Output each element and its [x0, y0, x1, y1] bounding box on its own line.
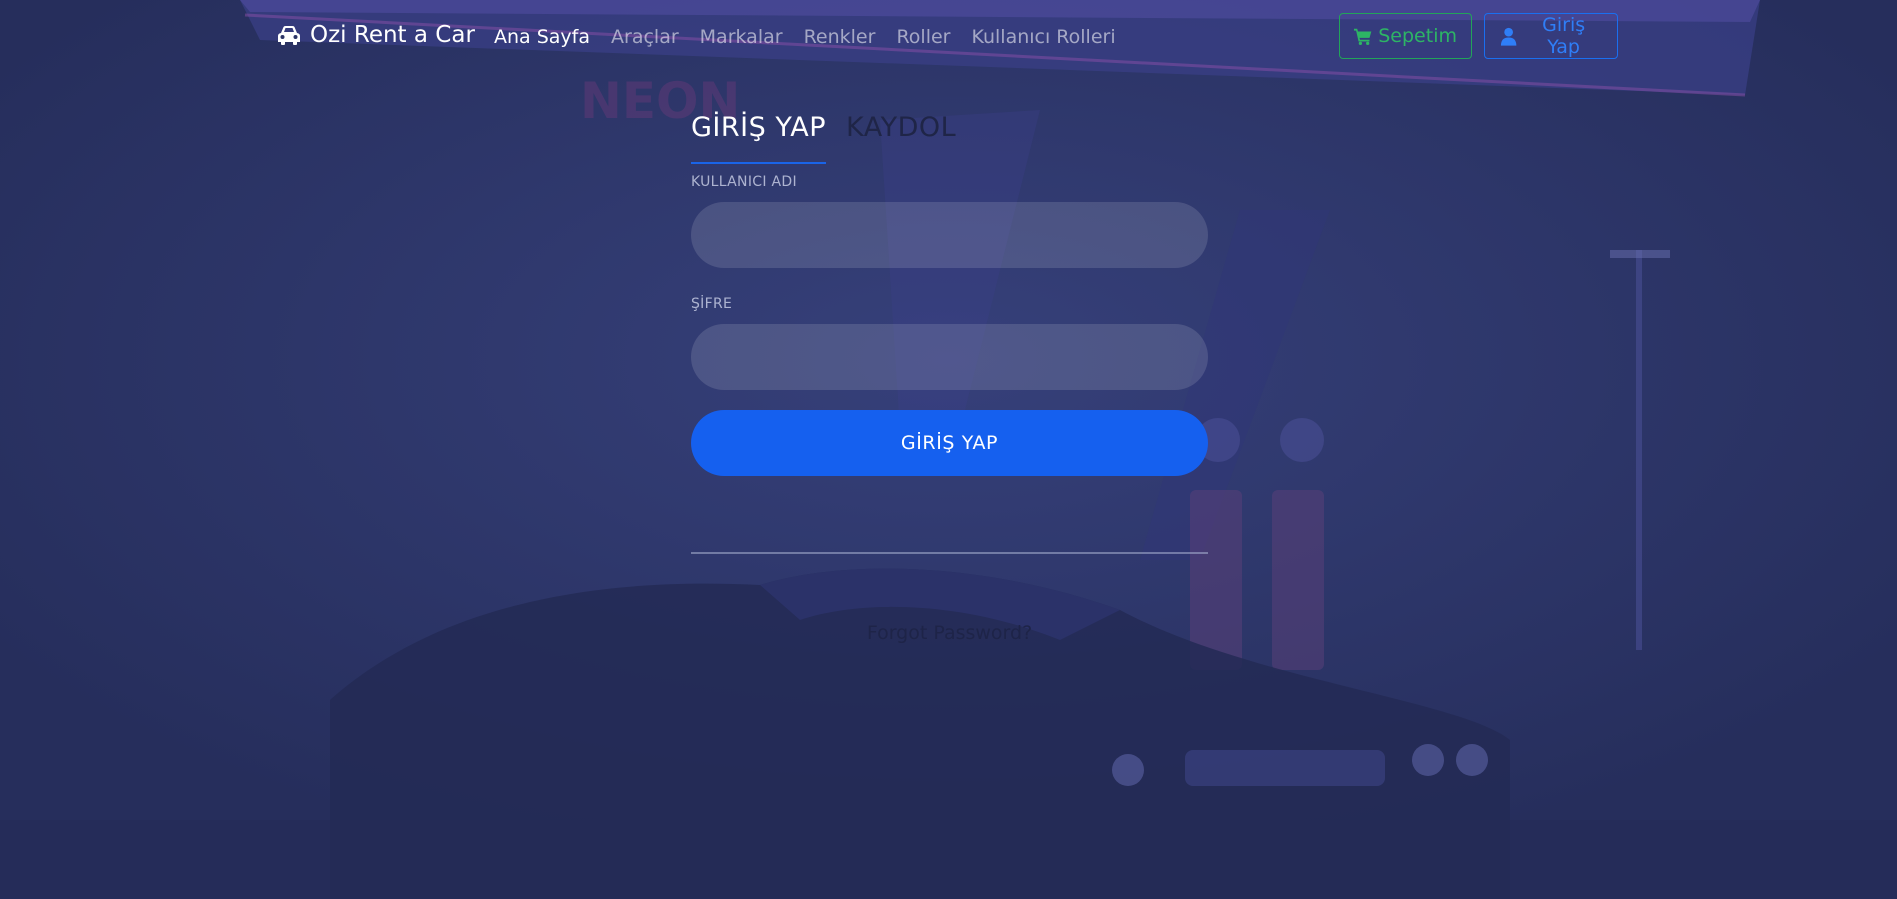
username-input[interactable] [691, 202, 1208, 268]
cart-button[interactable]: Sepetim [1339, 13, 1472, 59]
login-form: GİRİŞ YAP KAYDOL KULLANICI ADI ŞİFRE GİR… [691, 112, 1208, 644]
cart-button-label: Sepetim [1378, 25, 1457, 47]
form-tabs: GİRİŞ YAP KAYDOL [691, 112, 1208, 164]
nav-link-colors[interactable]: Renkler [804, 26, 876, 48]
user-icon [1500, 27, 1517, 46]
navbar: Ozi Rent a Car Ana Sayfa Araçlar Markala… [0, 0, 1897, 76]
shopping-cart-icon [1354, 28, 1372, 45]
brand-name: Ozi Rent a Car [310, 22, 475, 48]
tab-register[interactable]: KAYDOL [846, 112, 956, 160]
login-button-label: Giriş Yap [1542, 14, 1586, 58]
nav-link-home[interactable]: Ana Sayfa [494, 26, 590, 48]
password-input[interactable] [691, 324, 1208, 390]
forgot-password-link[interactable]: Forgot Password? [691, 622, 1208, 644]
login-submit-button[interactable]: GİRİŞ YAP [691, 410, 1208, 476]
tab-login[interactable]: GİRİŞ YAP [691, 112, 826, 164]
password-label: ŞİFRE [691, 296, 733, 312]
car-icon [278, 26, 300, 45]
nav-links: Ana Sayfa Araçlar Markalar Renkler Rolle… [494, 26, 1137, 48]
nav-link-roles[interactable]: Roller [896, 26, 950, 48]
brand-link[interactable]: Ozi Rent a Car [276, 22, 475, 48]
form-divider [691, 552, 1208, 554]
nav-link-cars[interactable]: Araçlar [611, 26, 679, 48]
nav-link-brands[interactable]: Markalar [700, 26, 783, 48]
nav-link-user-roles[interactable]: Kullanıcı Rolleri [971, 26, 1115, 48]
username-label: KULLANICI ADI [691, 174, 797, 190]
login-button[interactable]: Giriş Yap [1484, 13, 1618, 59]
